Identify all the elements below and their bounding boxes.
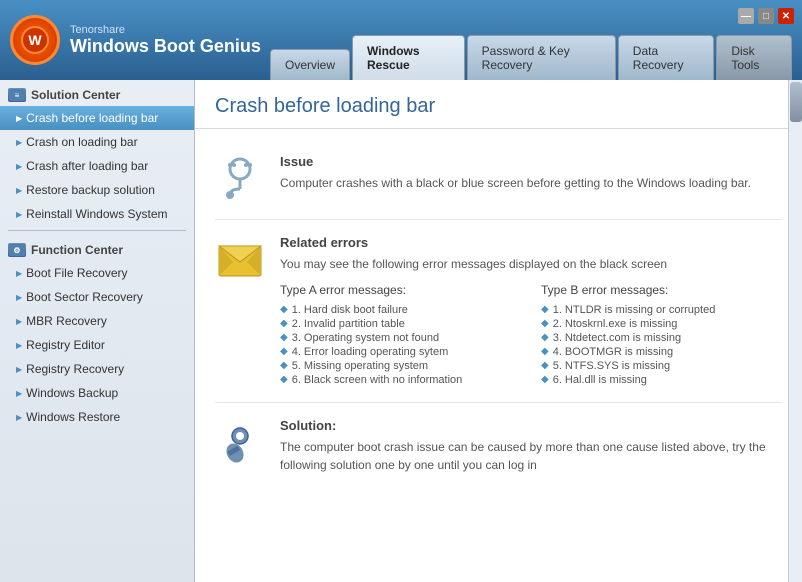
logo-text: Tenorshare Windows Boot Genius — [70, 24, 261, 57]
related-errors-subtitle: You may see the following error messages… — [280, 255, 782, 273]
window-controls: — □ ✕ — [738, 8, 794, 24]
brand-name: Tenorshare — [70, 24, 261, 36]
error-b-3: ◆3. Ntdetect.com is missing — [541, 331, 782, 345]
svg-text:⚙: ⚙ — [13, 246, 20, 255]
error-a-5: ◆5. Missing operating system — [280, 359, 521, 373]
error-b-2: ◆2. Ntoskrnl.exe is missing — [541, 317, 782, 331]
errors-col-b: Type B error messages: ◆1. NTLDR is miss… — [541, 283, 782, 387]
scrollbar-thumb[interactable] — [790, 82, 802, 122]
tab-disk-tools[interactable]: Disk Tools — [716, 35, 792, 80]
sidebar-item-mbr-recovery[interactable]: MBR Recovery — [0, 309, 194, 333]
nav-tabs: Overview Windows Rescue Password & Key R… — [270, 0, 792, 80]
sidebar-item-crash-before[interactable]: Crash before loading bar — [0, 106, 194, 130]
tab-data-recovery[interactable]: Data Recovery — [618, 35, 715, 80]
diamond-icon-b4: ◆ — [541, 346, 549, 357]
content-area: Crash before loading bar — [195, 80, 802, 582]
related-errors-content: Related errors You may see the following… — [280, 235, 782, 387]
errors-grid: Type A error messages: ◆1. Hard disk boo… — [280, 283, 782, 387]
content-body: Issue Computer crashes with a black or b… — [195, 129, 802, 499]
sidebar-item-windows-backup[interactable]: Windows Backup — [0, 381, 194, 405]
error-b-4: ◆4. BOOTMGR is missing — [541, 345, 782, 359]
sidebar-item-registry-recovery[interactable]: Registry Recovery — [0, 357, 194, 381]
close-button[interactable]: ✕ — [778, 8, 794, 24]
issue-title: Issue — [280, 154, 782, 169]
diamond-icon-a3: ◆ — [280, 332, 288, 343]
solution-section: Solution: The computer boot crash issue … — [215, 403, 782, 489]
tab-windows-rescue[interactable]: Windows Rescue — [352, 35, 465, 80]
errors-col-a: Type A error messages: ◆1. Hard disk boo… — [280, 283, 521, 387]
diamond-icon-a1: ◆ — [280, 304, 288, 315]
solution-icon — [215, 418, 265, 468]
issue-text: Computer crashes with a black or blue sc… — [280, 174, 782, 192]
sidebar-item-restore-backup[interactable]: Restore backup solution — [0, 178, 194, 202]
sidebar-item-boot-file[interactable]: Boot File Recovery — [0, 261, 194, 285]
logo-icon: W — [10, 15, 60, 65]
solution-content: Solution: The computer boot crash issue … — [280, 418, 782, 474]
diamond-icon-b5: ◆ — [541, 360, 549, 371]
section-solution-center: ≡ Solution Center — [0, 80, 194, 106]
diamond-icon-b1: ◆ — [541, 304, 549, 315]
diamond-icon-a6: ◆ — [280, 374, 288, 385]
main-area: ≡ Solution Center Crash before loading b… — [0, 80, 802, 582]
sidebar-item-boot-sector[interactable]: Boot Sector Recovery — [0, 285, 194, 309]
page-title: Crash before loading bar — [215, 95, 782, 118]
sidebar: ≡ Solution Center Crash before loading b… — [0, 80, 195, 582]
content-header: Crash before loading bar — [195, 80, 802, 129]
error-b-5: ◆5. NTFS.SYS is missing — [541, 359, 782, 373]
related-errors-section: Related errors You may see the following… — [215, 220, 782, 403]
svg-text:W: W — [28, 32, 42, 48]
tab-overview[interactable]: Overview — [270, 49, 350, 80]
svg-text:≡: ≡ — [15, 91, 20, 100]
scrollbar-track[interactable] — [788, 80, 802, 582]
solution-center-label: Solution Center — [31, 88, 120, 102]
diamond-icon-a4: ◆ — [280, 346, 288, 357]
error-a-4: ◆4. Error loading operating sytem — [280, 345, 521, 359]
col-a-title: Type A error messages: — [280, 283, 521, 297]
sidebar-item-crash-after[interactable]: Crash after loading bar — [0, 154, 194, 178]
tab-password-key-recovery[interactable]: Password & Key Recovery — [467, 35, 616, 80]
diamond-icon-a2: ◆ — [280, 318, 288, 329]
app-header: W Tenorshare Windows Boot Genius Overvie… — [0, 0, 802, 80]
issue-section: Issue Computer crashes with a black or b… — [215, 139, 782, 220]
sidebar-item-registry-editor[interactable]: Registry Editor — [0, 333, 194, 357]
error-a-6: ◆6. Black screen with no information — [280, 373, 521, 387]
stethoscope-icon — [215, 154, 265, 204]
col-b-title: Type B error messages: — [541, 283, 782, 297]
solution-center-icon: ≡ — [8, 88, 26, 102]
diamond-icon-b3: ◆ — [541, 332, 549, 343]
error-a-1: ◆1. Hard disk boot failure — [280, 303, 521, 317]
sidebar-item-reinstall-windows[interactable]: Reinstall Windows System — [0, 202, 194, 226]
maximize-button[interactable]: □ — [758, 8, 774, 24]
diamond-icon-b2: ◆ — [541, 318, 549, 329]
sidebar-item-windows-restore[interactable]: Windows Restore — [0, 405, 194, 429]
logo-area: W Tenorshare Windows Boot Genius — [10, 15, 270, 65]
diamond-icon-b6: ◆ — [541, 374, 549, 385]
function-center-label: Function Center — [31, 243, 123, 257]
issue-content: Issue Computer crashes with a black or b… — [280, 154, 782, 192]
section-function-center: ⚙ Function Center — [0, 235, 194, 261]
solution-title: Solution: — [280, 418, 782, 433]
solution-text: The computer boot crash issue can be cau… — [280, 438, 782, 474]
sidebar-item-crash-on[interactable]: Crash on loading bar — [0, 130, 194, 154]
diamond-icon-a5: ◆ — [280, 360, 288, 371]
error-b-1: ◆1. NTLDR is missing or corrupted — [541, 303, 782, 317]
minimize-button[interactable]: — — [738, 8, 754, 24]
envelope-icon — [215, 235, 265, 285]
error-a-3: ◆3. Operating system not found — [280, 331, 521, 345]
error-b-6: ◆6. Hal.dll is missing — [541, 373, 782, 387]
function-center-icon: ⚙ — [8, 243, 26, 257]
error-a-2: ◆2. Invalid partition table — [280, 317, 521, 331]
sidebar-divider — [8, 230, 186, 231]
related-errors-title: Related errors — [280, 235, 782, 250]
product-name: Windows Boot Genius — [70, 36, 261, 57]
